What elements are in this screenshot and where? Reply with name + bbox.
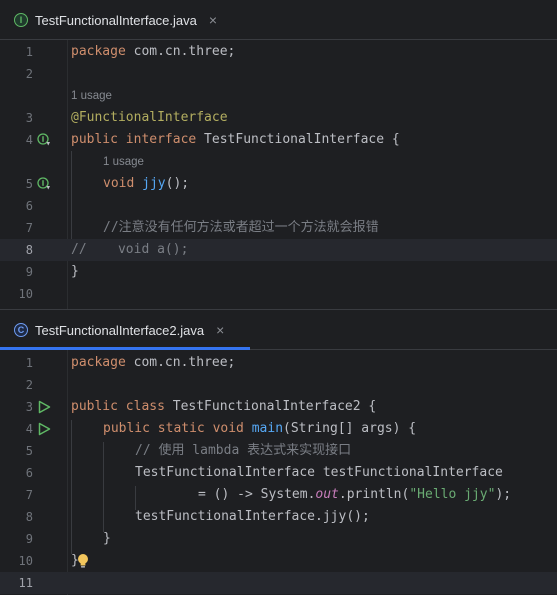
- close-icon[interactable]: ×: [209, 12, 217, 28]
- code-text: public interface TestFunctionalInterface…: [71, 132, 400, 147]
- code-text: package com.cn.three;: [71, 355, 236, 370]
- code-text: }: [71, 264, 79, 279]
- line-number: 1: [25, 356, 33, 370]
- code-line[interactable]: 7 = () -> System.out.println("Hello jjy"…: [0, 484, 557, 506]
- code-line[interactable]: 1 package com.cn.three;: [0, 41, 557, 63]
- code-line[interactable]: 10: [0, 283, 557, 305]
- code-text: = () -> System.out.println("Hello jjy");: [198, 487, 512, 502]
- file-tab-interface[interactable]: I TestFunctionalInterface.java ×: [0, 0, 227, 40]
- code-comment: //注意没有任何方法或者超过一个方法就会报错: [103, 220, 379, 235]
- code-line[interactable]: 4 public static void main(String[] args)…: [0, 418, 557, 440]
- code-line[interactable]: 2: [0, 374, 557, 396]
- code-text: }: [103, 531, 111, 546]
- line-number: 5: [25, 444, 33, 458]
- line-number: 7: [25, 488, 33, 502]
- code-line[interactable]: 2: [0, 63, 557, 85]
- class-icon: C: [14, 323, 28, 337]
- line-number: 2: [25, 378, 33, 392]
- code-line[interactable]: 3 public class TestFunctionalInterface2 …: [0, 396, 557, 418]
- code-line-current[interactable]: 8 // void a();: [0, 239, 557, 261]
- line-number: 4: [25, 133, 33, 147]
- code-line[interactable]: 4 public interface TestFunctionalInterfa…: [0, 129, 557, 151]
- code-line[interactable]: 5 void jjy();: [0, 173, 557, 195]
- close-icon[interactable]: ×: [216, 322, 224, 338]
- editor-pane-class: C TestFunctionalInterface2.java × 1 pack…: [0, 310, 557, 595]
- code-line[interactable]: 6 TestFunctionalInterface testFunctional…: [0, 462, 557, 484]
- line-number: 5: [25, 177, 33, 191]
- code-text: public class TestFunctionalInterface2 {: [71, 399, 377, 414]
- line-number: 10: [18, 287, 33, 301]
- code-line[interactable]: 10 }: [0, 550, 557, 572]
- run-icon[interactable]: [37, 400, 51, 414]
- code-line[interactable]: 1 package com.cn.three;: [0, 352, 557, 374]
- code-line[interactable]: 3 @FunctionalInterface: [0, 107, 557, 129]
- usage-hint[interactable]: 1 usage: [71, 85, 112, 107]
- line-number: 6: [25, 466, 33, 480]
- line-number: 11: [18, 576, 33, 590]
- file-tab-class[interactable]: C TestFunctionalInterface2.java ×: [0, 310, 234, 350]
- line-number: 1: [25, 45, 33, 59]
- line-number: 8: [25, 510, 33, 524]
- code-line[interactable]: 9 }: [0, 261, 557, 283]
- line-number: 6: [25, 199, 33, 213]
- active-tab-indicator: [0, 347, 250, 350]
- code-line[interactable]: 6: [0, 195, 557, 217]
- line-number: 8: [25, 243, 33, 257]
- editor-pane-interface: I TestFunctionalInterface.java × 1 packa…: [0, 0, 557, 309]
- line-number: 9: [25, 265, 33, 279]
- line-number: 7: [25, 221, 33, 235]
- editor-tab-bar: I TestFunctionalInterface.java ×: [0, 0, 557, 40]
- line-number: 3: [25, 111, 33, 125]
- file-tab-label: TestFunctionalInterface.java: [35, 12, 197, 28]
- code-text: TestFunctionalInterface testFunctionalIn…: [135, 465, 503, 480]
- line-number: 9: [25, 532, 33, 546]
- code-line[interactable]: 8 testFunctionalInterface.jjy();: [0, 506, 557, 528]
- usage-hint[interactable]: 1 usage: [103, 151, 144, 173]
- implemented-by-icon[interactable]: [37, 177, 51, 191]
- run-icon[interactable]: [37, 422, 51, 436]
- code-line[interactable]: 5 // 使用 lambda 表达式来实现接口: [0, 440, 557, 462]
- code-line[interactable]: 9 }: [0, 528, 557, 550]
- line-number: 3: [25, 400, 33, 414]
- editor-tab-bar: C TestFunctionalInterface2.java ×: [0, 310, 557, 350]
- line-number: 10: [18, 554, 33, 568]
- implemented-by-icon[interactable]: [37, 133, 51, 147]
- line-number: 4: [25, 422, 33, 436]
- code-comment: // void a();: [71, 242, 189, 257]
- code-text: void jjy();: [103, 176, 190, 191]
- file-tab-label: TestFunctionalInterface2.java: [35, 322, 205, 338]
- code-text: testFunctionalInterface.jjy();: [135, 509, 370, 524]
- code-text: @FunctionalInterface: [71, 110, 228, 125]
- code-text: package com.cn.three;: [71, 44, 236, 59]
- lightbulb-icon[interactable]: [77, 553, 89, 569]
- code-text: public static void main(String[] args) {: [103, 421, 417, 436]
- code-line-current[interactable]: 11: [0, 572, 557, 594]
- code-line[interactable]: 7 //注意没有任何方法或者超过一个方法就会报错: [0, 217, 557, 239]
- interface-icon: I: [14, 13, 28, 27]
- code-comment: // 使用 lambda 表达式来实现接口: [135, 443, 352, 458]
- line-number: 2: [25, 67, 33, 81]
